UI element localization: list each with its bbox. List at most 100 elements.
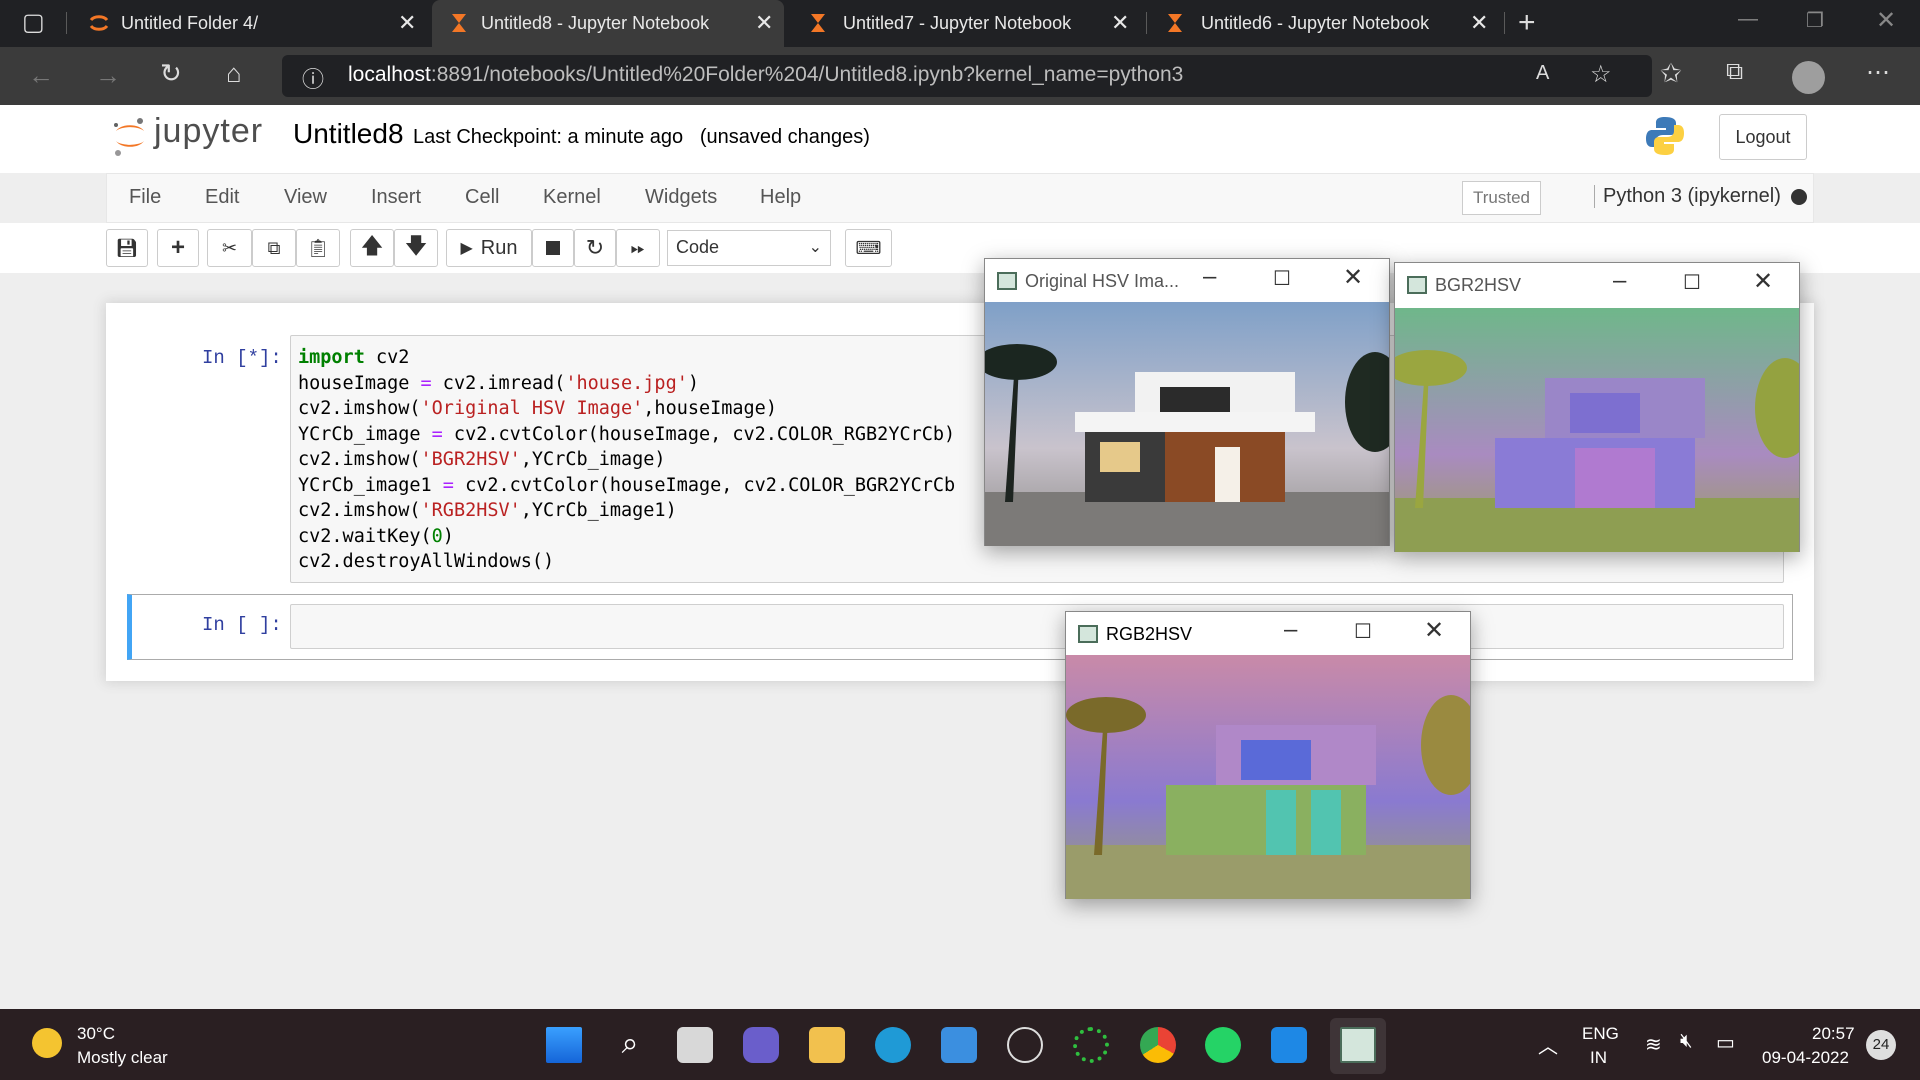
collections-icon[interactable]: ⧉	[1726, 58, 1743, 86]
whatsapp-icon[interactable]	[1205, 1027, 1241, 1063]
info-icon[interactable]: ⓘ	[302, 62, 324, 94]
clock-date[interactable]: 09-04-2022	[1762, 1048, 1849, 1068]
task-view-icon[interactable]	[677, 1027, 713, 1063]
refresh-icon[interactable]: ↻	[160, 58, 182, 89]
close-icon[interactable]: ✕	[1111, 10, 1129, 36]
jupyter-logo-icon[interactable]	[110, 113, 150, 157]
menu-bar	[106, 173, 1814, 223]
maximize-icon[interactable]: ☐	[1683, 270, 1701, 295]
restore-icon[interactable]: ❐	[1806, 8, 1824, 33]
back-icon[interactable]: ←	[28, 60, 54, 91]
copy-button[interactable]: ⧉	[252, 229, 296, 267]
empty-cell-input[interactable]	[290, 604, 1784, 649]
menu-kernel[interactable]: Kernel	[543, 186, 601, 209]
trusted-indicator[interactable]: Trusted	[1462, 181, 1541, 215]
hourglass-icon	[452, 14, 466, 32]
window-original-image[interactable]: Original HSV Ima... – ☐ ✕	[984, 258, 1390, 546]
profile-avatar[interactable]	[1792, 61, 1825, 94]
close-icon[interactable]: ✕	[1470, 10, 1488, 36]
minimize-icon[interactable]: –	[1284, 616, 1297, 644]
menu-insert[interactable]: Insert	[371, 186, 421, 209]
chevron-up-icon[interactable]: ︿	[1538, 1030, 1558, 1059]
url-host: localhost	[348, 63, 431, 86]
close-icon[interactable]: ✕	[398, 10, 416, 36]
interrupt-button[interactable]	[532, 229, 574, 267]
maximize-icon[interactable]: ☐	[1273, 266, 1291, 291]
home-icon[interactable]: ⌂	[226, 58, 242, 89]
read-aloud-icon[interactable]: A	[1536, 62, 1549, 85]
cell-type-select[interactable]: Code ⌄	[667, 230, 831, 266]
window-bgr2hsv[interactable]: BGR2HSV – ☐ ✕	[1394, 262, 1800, 552]
favorites-icon[interactable]: ✩	[1660, 58, 1682, 89]
wifi-icon[interactable]: ≋	[1645, 1032, 1662, 1057]
paste-icon: 📋︎	[306, 237, 330, 258]
chrome-icon[interactable]	[1140, 1027, 1176, 1063]
battery-icon[interactable]: ▭	[1716, 1030, 1735, 1055]
checkpoint-status: Last Checkpoint: a minute ago (unsaved c…	[413, 126, 870, 149]
notification-badge[interactable]: 24	[1866, 1030, 1896, 1060]
run-button[interactable]: ▶ Run	[446, 229, 532, 267]
close-icon[interactable]: ✕	[1424, 616, 1444, 645]
save-button[interactable]: 💾︎	[106, 229, 148, 267]
window-title: Original HSV Ima...	[1025, 271, 1180, 291]
start-icon[interactable]	[546, 1027, 582, 1063]
menu-file[interactable]: File	[129, 186, 161, 209]
minimize-icon[interactable]: –	[1613, 267, 1626, 295]
forward-icon[interactable]: →	[95, 60, 121, 91]
menu-cell[interactable]: Cell	[465, 186, 499, 209]
menu-widgets[interactable]: Widgets	[645, 186, 717, 209]
url-text: localhost:8891/notebooks/Untitled%20Fold…	[348, 63, 1183, 87]
file-explorer-icon[interactable]	[809, 1027, 845, 1063]
language-region[interactable]: IN	[1590, 1048, 1607, 1068]
new-tab-icon[interactable]: +	[1518, 6, 1536, 40]
edge-icon[interactable]	[875, 1027, 911, 1063]
minimize-icon[interactable]: –	[1203, 263, 1216, 291]
logout-button[interactable]: Logout	[1719, 114, 1807, 160]
clock-time[interactable]: 20:57	[1812, 1024, 1855, 1044]
kernel-busy-indicator	[1791, 189, 1807, 205]
dell-icon[interactable]	[1007, 1027, 1043, 1063]
more-icon[interactable]: ⋯	[1866, 58, 1890, 87]
jupyter-wordmark: jupyter	[154, 112, 264, 150]
weather-desc[interactable]: Mostly clear	[77, 1048, 168, 1068]
tab-untitled7[interactable]: Untitled7 - Jupyter Notebook ✕	[791, 0, 1143, 47]
close-icon[interactable]: ✕	[1343, 263, 1363, 292]
move-up-button[interactable]: 🡅	[350, 229, 394, 267]
cut-button[interactable]: ✂	[207, 229, 252, 267]
tab-actions-icon[interactable]: ▢	[22, 8, 45, 37]
weather-temp[interactable]: 30°C	[77, 1024, 115, 1044]
move-down-button[interactable]: 🡇	[394, 229, 438, 267]
search-icon[interactable]: ⌕	[612, 1027, 648, 1063]
mail-icon[interactable]	[941, 1027, 977, 1063]
paste-button[interactable]: 📋︎	[296, 229, 340, 267]
restart-run-all-button[interactable]: ⏩︎	[616, 229, 660, 267]
mute-icon[interactable]: 🔇︎	[1680, 1030, 1693, 1053]
tab-untitled8[interactable]: Untitled8 - Jupyter Notebook ✕	[432, 0, 784, 47]
tab-untitled6[interactable]: Untitled6 - Jupyter Notebook ✕	[1150, 0, 1502, 47]
menu-view[interactable]: View	[284, 186, 327, 209]
notebook-title[interactable]: Untitled8	[293, 118, 404, 150]
maximize-icon[interactable]: ☐	[1354, 619, 1372, 644]
vscode-icon[interactable]	[1271, 1027, 1307, 1063]
language-eng[interactable]: ENG	[1582, 1024, 1619, 1044]
weather-moon-icon[interactable]	[32, 1028, 62, 1058]
spinner-app-icon[interactable]	[1073, 1027, 1109, 1063]
window-rgb2hsv[interactable]: RGB2HSV – ☐ ✕	[1065, 611, 1471, 899]
tab-untitled-folder[interactable]: Untitled Folder 4/ ✕	[72, 0, 427, 47]
add-favorite-icon[interactable]: ☆	[1590, 60, 1612, 89]
tab-label: Untitled Folder 4/	[121, 13, 259, 33]
cell-type-value: Code	[676, 237, 720, 257]
code-editor[interactable]: import cv2 houseImage = cv2.imread('hous…	[298, 345, 955, 575]
arrow-up-icon: 🡅	[360, 233, 384, 258]
teams-chat-icon[interactable]	[743, 1027, 779, 1063]
minimize-icon[interactable]: —	[1738, 8, 1758, 31]
menu-edit[interactable]: Edit	[205, 186, 239, 209]
kernel-name[interactable]: Python 3 (ipykernel)	[1594, 185, 1781, 208]
insert-cell-button[interactable]: +	[157, 229, 199, 267]
menu-help[interactable]: Help	[760, 186, 801, 209]
close-window-icon[interactable]: ✕	[1876, 6, 1896, 35]
close-icon[interactable]: ✕	[1753, 267, 1773, 296]
close-icon[interactable]: ✕	[755, 10, 773, 36]
command-palette-button[interactable]: ⌨	[845, 229, 892, 267]
restart-button[interactable]: ↻	[574, 229, 616, 267]
